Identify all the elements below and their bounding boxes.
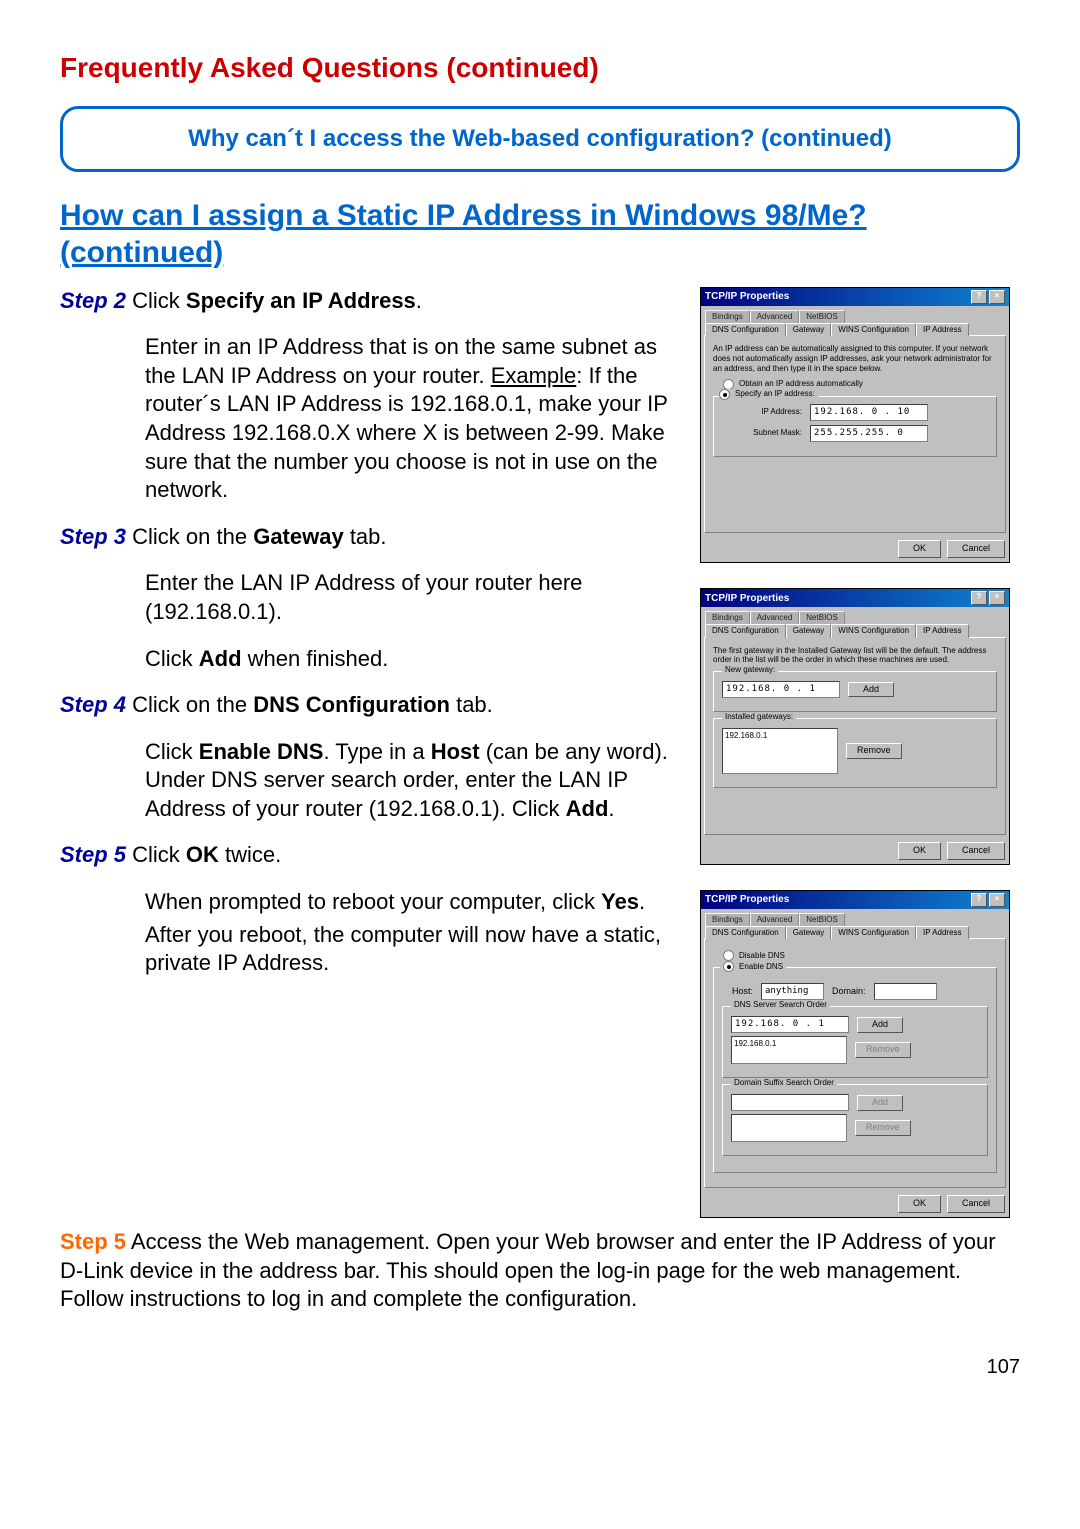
help-icon[interactable]: ? [971,290,987,304]
dns-server-list[interactable]: 192.168.0.1 [731,1036,847,1064]
dialog-title: TCP/IP Properties [705,290,789,303]
tcpip-dialog-dns: TCP/IP Properties ? × Bindings Advanced … [700,890,1010,1218]
tab-dns[interactable]: DNS Configuration [705,323,786,336]
step5a-body1: When prompted to reboot your computer, c… [145,888,680,917]
subnet-mask-input[interactable]: 255.255.255. 0 [810,425,928,442]
step5a-body2: After you reboot, the computer will now … [145,921,680,978]
close-icon[interactable]: × [989,591,1005,605]
tab-bindings[interactable]: Bindings [705,310,750,323]
tab-netbios[interactable]: NetBIOS [799,913,845,926]
help-icon[interactable]: ? [971,591,987,605]
cancel-button[interactable]: Cancel [947,1195,1005,1213]
step5a-label: Step 5 [60,842,126,867]
tcpip-dialog-ipaddress: TCP/IP Properties ? × Bindings Advanced … [700,287,1010,563]
tcpip-dialog-gateway: TCP/IP Properties ? × Bindings Advanced … [700,588,1010,864]
step5a-head: Step 5 Click OK twice. [60,841,680,870]
tab-bindings[interactable]: Bindings [705,611,750,624]
radio-disable-dns[interactable]: Disable DNS [723,950,997,961]
remove-button[interactable]: Remove [855,1042,911,1058]
close-icon[interactable]: × [989,290,1005,304]
tab-ipaddress[interactable]: IP Address [916,624,969,637]
step5b-body: Step 5 Access the Web management. Open y… [60,1228,1020,1314]
tab-dns[interactable]: DNS Configuration [705,926,786,939]
add-button[interactable]: Add [848,682,894,698]
ip-address-input[interactable]: 192.168. 0 . 10 [810,404,928,421]
tab-wins[interactable]: WINS Configuration [831,926,916,939]
tab-advanced[interactable]: Advanced [750,913,800,926]
tab-dns[interactable]: DNS Configuration [705,624,786,637]
step3-body2: Click Add when finished. [145,645,680,674]
step4-label: Step 4 [60,692,126,717]
radio-specify[interactable]: Specify an IP address: [719,389,819,400]
dns-server-input[interactable]: 192.168. 0 . 1 [731,1016,849,1033]
ip-address-label: IP Address: [747,407,802,417]
ok-button[interactable]: OK [898,842,941,860]
new-gateway-input[interactable]: 192.168. 0 . 1 [722,681,840,698]
domain-label: Domain: [832,986,866,998]
subheading: How can I assign a Static IP Address in … [60,197,1020,272]
ok-button[interactable]: OK [898,1195,941,1213]
step4-head: Step 4 Click on the DNS Configuration ta… [60,691,680,720]
step2-label: Step 2 [60,288,126,313]
ok-button[interactable]: OK [898,540,941,558]
tab-ipaddress[interactable]: IP Address [916,926,969,939]
remove-button[interactable]: Remove [846,743,902,759]
step4-body: Click Enable DNS. Type in a Host (can be… [145,738,680,824]
page-number: 107 [60,1354,1020,1380]
new-gateway-label: New gateway: [722,665,778,675]
step3-head: Step 3 Click on the Gateway tab. [60,523,680,552]
help-text: An IP address can be automatically assig… [713,344,997,373]
tab-gateway[interactable]: Gateway [786,926,832,939]
tab-netbios[interactable]: NetBIOS [799,611,845,624]
close-icon[interactable]: × [989,893,1005,907]
tab-gateway[interactable]: Gateway [786,624,832,637]
tab-ipaddress[interactable]: IP Address [916,323,969,336]
tab-netbios[interactable]: NetBIOS [799,310,845,323]
step3-label: Step 3 [60,524,126,549]
installed-gateways-list[interactable]: 192.168.0.1 [722,728,838,774]
step5b-label: Step 5 [60,1229,126,1254]
add-button[interactable]: Add [857,1095,903,1111]
step2-head: Step 2 Click Specify an IP Address. [60,287,680,316]
remove-button[interactable]: Remove [855,1120,911,1136]
host-label: Host: [732,986,753,998]
dialog-title: TCP/IP Properties [705,893,789,906]
installed-gateways-label: Installed gateways: [722,712,796,722]
help-text: The first gateway in the Installed Gatew… [713,646,997,665]
step2-body: Enter in an IP Address that is on the sa… [145,333,680,505]
radio-enable-dns[interactable]: Enable DNS [723,961,783,972]
cancel-button[interactable]: Cancel [947,842,1005,860]
page-title: Frequently Asked Questions (continued) [60,50,1020,86]
add-button[interactable]: Add [857,1017,903,1033]
tab-advanced[interactable]: Advanced [750,611,800,624]
domain-suffix-input[interactable] [731,1094,849,1111]
tab-bindings[interactable]: Bindings [705,913,750,926]
domain-suffix-list[interactable] [731,1114,847,1142]
subnet-mask-label: Subnet Mask: [747,428,802,438]
tab-gateway[interactable]: Gateway [786,323,832,336]
domain-input[interactable] [874,983,937,1000]
dialog-title: TCP/IP Properties [705,592,789,605]
tab-advanced[interactable]: Advanced [750,310,800,323]
host-input[interactable]: anything [761,983,824,1000]
tab-wins[interactable]: WINS Configuration [831,624,916,637]
domain-suffix-label: Domain Suffix Search Order [731,1078,837,1088]
step3-body1: Enter the LAN IP Address of your router … [145,569,680,626]
tab-wins[interactable]: WINS Configuration [831,323,916,336]
dns-search-order-label: DNS Server Search Order [731,1000,830,1010]
callout-box: Why can´t I access the Web-based configu… [60,106,1020,171]
cancel-button[interactable]: Cancel [947,540,1005,558]
help-icon[interactable]: ? [971,893,987,907]
